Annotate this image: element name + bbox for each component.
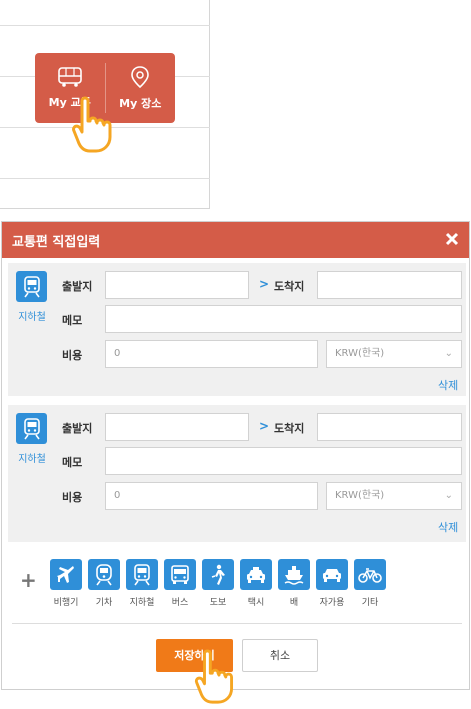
memo-label: 메모 [62,314,83,327]
delete-link[interactable]: 삭제 [438,519,458,535]
cost-label: 비용 [62,349,83,362]
cost-input[interactable]: 0 [105,340,318,368]
delete-link[interactable]: 삭제 [438,377,458,393]
departure-label: 출발지 [62,280,93,293]
arrival-label: 도착지 [274,422,305,435]
departure-label: 출발지 [62,422,93,435]
memo-input[interactable] [105,305,462,333]
car-icon[interactable] [316,559,348,590]
currency-select[interactable]: KRW(한국) ⌄ [326,340,462,368]
dialog-header: 교통편 직접입력 [2,222,469,258]
walk-icon[interactable] [202,559,234,590]
dialog-title: 교통편 직접입력 [12,235,101,250]
direct-input-dialog: 교통편 직접입력 지하철 출발지 > 도착지 메모 비용 0 KRW(한국) ⌄… [1,221,470,690]
memo-label: 메모 [62,456,83,469]
bus-icon[interactable] [164,559,196,590]
memo-input[interactable] [105,447,462,475]
subway-icon[interactable] [126,559,158,590]
hand-pointer-icon [194,649,234,704]
bicycle-icon[interactable] [354,559,386,590]
divider [0,178,210,179]
arrival-input[interactable] [317,413,462,441]
hand-pointer-icon [72,96,112,153]
chevron-down-icon: ⌄ [444,490,453,501]
currency-select[interactable]: KRW(한국) ⌄ [326,482,462,510]
transport-segment: 지하철 출발지 > 도착지 메모 비용 0 KRW(한국) ⌄ 삭제 [8,405,466,542]
currency-value: KRW(한국) [335,348,385,359]
plus-icon: + [20,568,37,592]
departure-input[interactable] [105,413,249,441]
taxi-icon[interactable] [240,559,272,590]
train-icon[interactable] [88,559,120,590]
transport-segment: 지하철 출발지 > 도착지 메모 비용 0 KRW(한국) ⌄ 삭제 [8,263,466,396]
chevron-right-icon: > [259,277,270,291]
bus-icon [57,67,82,87]
cost-input[interactable]: 0 [105,482,318,510]
chevron-right-icon: > [259,419,270,433]
chevron-down-icon: ⌄ [444,348,453,359]
arrival-input[interactable] [317,271,462,299]
divider [0,25,210,26]
transport-option-label: 기타 [361,598,379,608]
departure-input[interactable] [105,271,249,299]
cost-label: 비용 [62,491,83,504]
ship-icon[interactable] [278,559,310,590]
subway-icon[interactable] [16,413,47,444]
close-icon[interactable] [443,230,461,248]
segment-mode-label: 지하철 [18,454,46,465]
arrival-label: 도착지 [274,280,305,293]
location-pin-icon [131,66,150,89]
airplane-icon[interactable] [50,559,82,590]
cancel-button[interactable]: 취소 [242,639,318,672]
currency-value: KRW(한국) [335,490,385,501]
divider [12,623,462,624]
segment-mode-label: 지하철 [18,312,46,323]
subway-icon[interactable] [16,271,47,302]
